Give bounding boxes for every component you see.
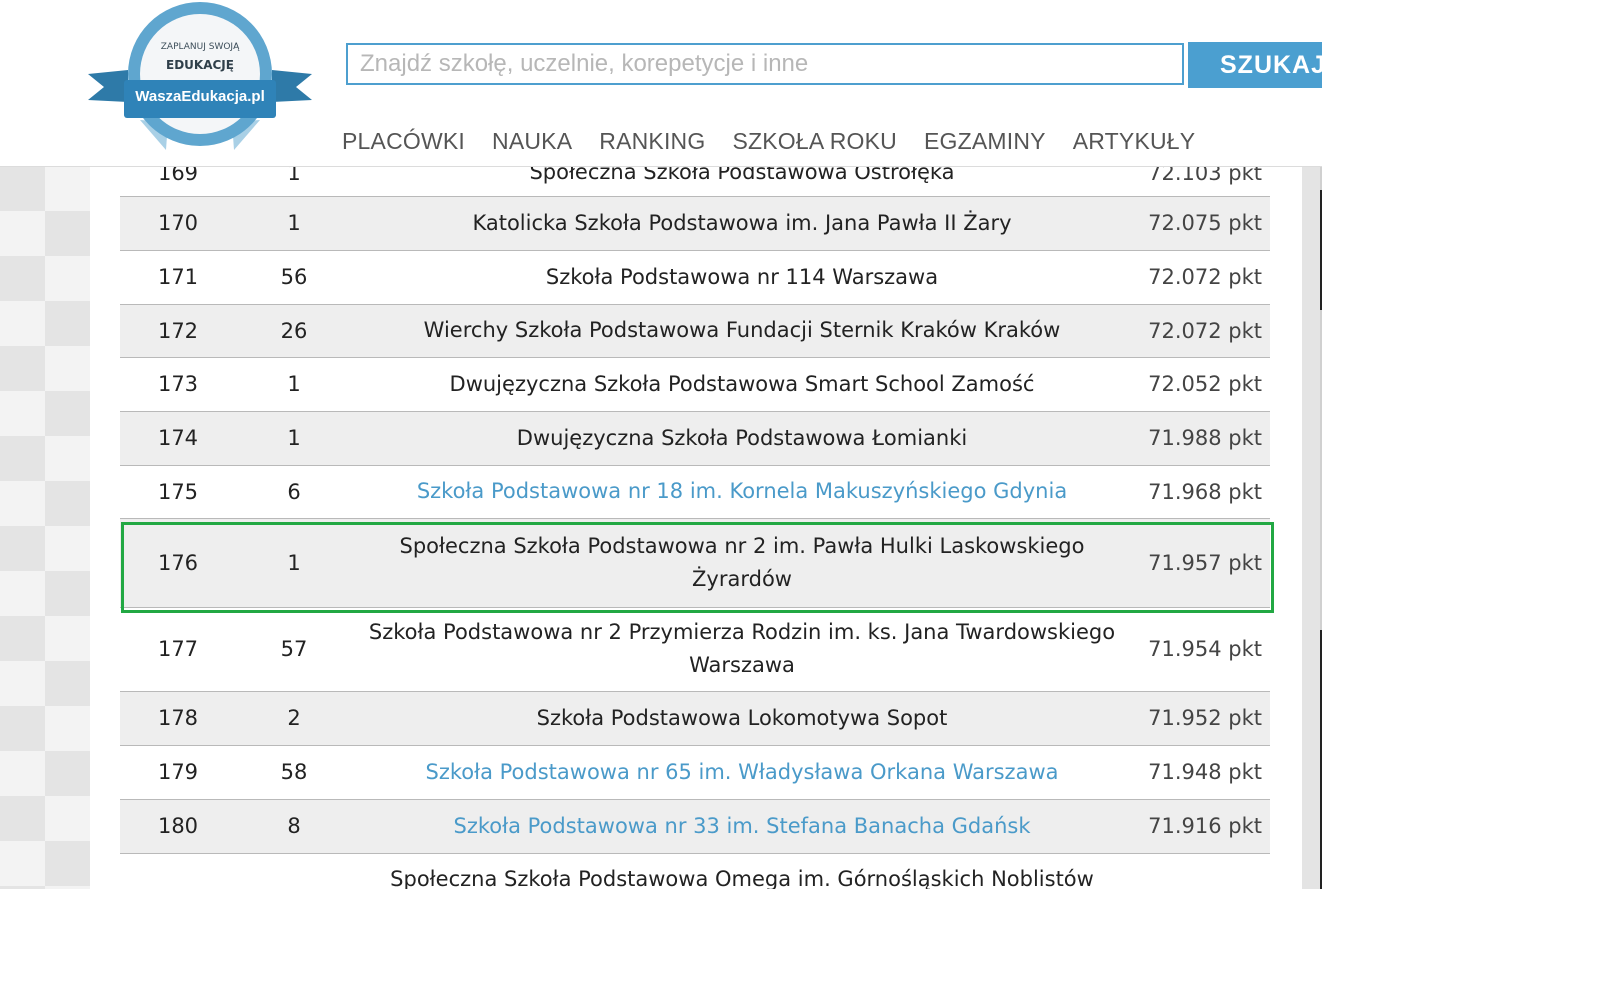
rank-cell: 177 — [120, 607, 236, 692]
rank-cell: 170 — [120, 196, 236, 251]
city-rank-cell: 8 — [236, 799, 352, 854]
school-name-cell: Dwujęzyczna Szkoła Podstawowa Smart Scho… — [352, 357, 1132, 412]
table-row: 172 26 Wierchy Szkoła Podstawowa Fundacji … — [120, 304, 1270, 358]
rank-cell: 176 — [120, 518, 236, 608]
rank-cell: 175 — [120, 465, 236, 519]
city-rank-cell: 56 — [236, 250, 352, 305]
city-rank-cell: 58 — [236, 745, 352, 800]
school-link[interactable]: Szkoła Podstawowa nr 65 im. Władysława O… — [426, 760, 1059, 784]
logo-brand-name: WaszaEdukacja.pl — [135, 88, 265, 105]
points-cell: 71.948 pkt — [1132, 745, 1270, 800]
points-cell: 72.072 pkt — [1132, 250, 1270, 305]
points-cell: 71.957 pkt — [1132, 518, 1270, 608]
school-name: Szkoła Podstawowa nr 2 Przymierza Rodzin… — [368, 620, 1116, 677]
school-name-cell: Szkoła Podstawowa nr 18 im. Kornela Maku… — [352, 465, 1132, 519]
points-cell: 72.072 pkt — [1132, 304, 1270, 358]
nav-item-szkola-roku[interactable]: SZKOŁA ROKU — [732, 128, 897, 155]
rank-cell: 172 — [120, 304, 236, 358]
school-name: Szkoła Podstawowa nr 114 Warszawa — [545, 264, 939, 289]
rank-cell: 179 — [120, 745, 236, 800]
site-header: ZAPLANUJ SWOJĄ EDUKACJĘ WaszaEdukacja.pl… — [0, 0, 1322, 167]
table-row: 173 1 Dwujęzyczna Szkoła Podstawowa Smart … — [120, 357, 1270, 412]
points-cell: 72.052 pkt — [1132, 357, 1270, 412]
table-row: 177 57 Szkoła Podstawowa nr 2 Przymierza R… — [120, 607, 1270, 692]
school-link[interactable]: Szkoła Podstawowa nr 33 im. Stefana Bana… — [454, 814, 1031, 838]
school-name: Dwujęzyczna Szkoła Podstawowa Łomianki — [516, 425, 968, 450]
school-name: Wierchy Szkoła Podstawowa Fundacji Stern… — [423, 318, 1061, 342]
ranking-table: 169 1 Społeczna Szkoła Podstawowa Ostrołęk… — [120, 150, 1270, 889]
page-edge-dark — [1320, 630, 1322, 889]
school-name-cell: Dwujęzyczna Szkoła Podstawowa Łomianki — [352, 411, 1132, 466]
school-name: Szkoła Podstawowa Lokomotywa Sopot — [536, 705, 948, 730]
school-name-cell: Szkoła Podstawowa nr 114 Warszawa — [352, 250, 1132, 305]
city-rank-cell: 1 — [236, 411, 352, 466]
ranking-table-body: 169 1 Społeczna Szkoła Podstawowa Ostrołęk… — [120, 150, 1270, 889]
background-pattern-right — [1302, 166, 1322, 889]
school-name: Katolicka Szkoła Podstawowa im. Jana Paw… — [472, 210, 1012, 235]
city-rank-cell: 26 — [236, 304, 352, 358]
logo-badge-icon — [88, 2, 312, 150]
city-rank-cell: 2 — [236, 691, 352, 746]
nav-item-egzaminy[interactable]: EGZAMINY — [924, 128, 1046, 155]
points-cell: 71.988 pkt — [1132, 411, 1270, 466]
nav-item-artykuly[interactable]: ARTYKUŁY — [1073, 128, 1196, 155]
city-rank-cell: 6 — [236, 465, 352, 519]
table-row: 170 1 Katolicka Szkoła Podstawowa im. Jana… — [120, 196, 1270, 251]
city-rank-cell: 57 — [236, 607, 352, 692]
school-name-cell: Społeczna Szkoła Podstawowa Omega im. Gó… — [352, 853, 1132, 889]
logo-tagline-main: EDUKACJĘ — [166, 58, 234, 72]
rank-cell: 173 — [120, 357, 236, 412]
table-row: Społeczna Szkoła Podstawowa Omega im. Gó… — [120, 853, 1270, 889]
school-name-cell: Wierchy Szkoła Podstawowa Fundacji Stern… — [352, 304, 1132, 358]
nav-item-placowki[interactable]: PLACÓWKI — [342, 128, 465, 155]
school-name-cell: Szkoła Podstawowa Lokomotywa Sopot — [352, 691, 1132, 746]
rank-cell: 178 — [120, 691, 236, 746]
rank-cell: 171 — [120, 250, 236, 305]
school-name-cell: Społeczna Szkoła Podstawowa nr 2 im. Paw… — [352, 518, 1132, 608]
logo-tagline-top: ZAPLANUJ SWOJĄ — [160, 42, 240, 52]
table-row: 174 1 Dwujęzyczna Szkoła Podstawowa Łomian… — [120, 411, 1270, 466]
search-button[interactable]: SZUKAJ — [1188, 42, 1322, 88]
browser-viewport: 169 1 Społeczna Szkoła Podstawowa Ostrołęk… — [0, 0, 1322, 889]
points-cell: 72.075 pkt — [1132, 196, 1270, 251]
city-rank-cell: 1 — [236, 196, 352, 251]
points-cell: 71.954 pkt — [1132, 607, 1270, 692]
city-rank-cell: 1 — [236, 518, 352, 608]
school-name-cell: Katolicka Szkoła Podstawowa im. Jana Paw… — [352, 196, 1132, 251]
search-button-label: SZUKAJ — [1220, 50, 1322, 79]
school-name: Społeczna Szkoła Podstawowa nr 2 im. Paw… — [399, 533, 1085, 591]
city-rank-cell — [236, 853, 352, 889]
site-logo[interactable]: ZAPLANUJ SWOJĄ EDUKACJĘ WaszaEdukacja.pl — [88, 2, 312, 152]
nav-item-ranking[interactable]: RANKING — [599, 128, 705, 155]
page-edge-dark — [1320, 190, 1322, 310]
table-row: 171 56 Szkoła Podstawowa nr 114 Warszawa 72… — [120, 250, 1270, 305]
nav-item-nauka[interactable]: NAUKA — [492, 128, 572, 155]
school-name-cell: Szkoła Podstawowa nr 33 im. Stefana Bana… — [352, 799, 1132, 854]
rank-cell: 174 — [120, 411, 236, 466]
background-pattern-left — [0, 166, 90, 889]
points-cell — [1132, 853, 1270, 889]
school-name-cell: Szkoła Podstawowa nr 65 im. Władysława O… — [352, 745, 1132, 800]
search-input[interactable] — [346, 43, 1184, 85]
table-row: 179 58 Szkoła Podstawowa nr 65 im. Władysł… — [120, 745, 1270, 800]
points-cell: 71.968 pkt — [1132, 465, 1270, 519]
school-name: Społeczna Szkoła Podstawowa Omega im. Gó… — [390, 866, 1094, 890]
school-name: Dwujęzyczna Szkoła Podstawowa Smart Scho… — [449, 371, 1035, 396]
main-nav: PLACÓWKI NAUKA RANKING SZKOŁA ROKU EGZAM… — [342, 128, 1222, 155]
rank-cell — [120, 853, 236, 889]
table-row: 178 2 Szkoła Podstawowa Lokomotywa Sopot 71… — [120, 691, 1270, 746]
table-row: 175 6 Szkoła Podstawowa nr 18 im. Kornela … — [120, 465, 1270, 519]
ranking-content: 169 1 Społeczna Szkoła Podstawowa Ostrołęk… — [90, 150, 1302, 889]
rank-cell: 180 — [120, 799, 236, 854]
points-cell: 71.952 pkt — [1132, 691, 1270, 746]
table-row-highlighted: 176 1 Społeczna Szkoła Podstawowa nr 2 im.… — [120, 518, 1270, 608]
school-link[interactable]: Szkoła Podstawowa nr 18 im. Kornela Maku… — [417, 479, 1067, 503]
city-rank-cell: 1 — [236, 357, 352, 412]
points-cell: 71.916 pkt — [1132, 799, 1270, 854]
table-row: 180 8 Szkoła Podstawowa nr 33 im. Stefana … — [120, 799, 1270, 854]
school-name-cell: Szkoła Podstawowa nr 2 Przymierza Rodzin… — [352, 607, 1132, 692]
